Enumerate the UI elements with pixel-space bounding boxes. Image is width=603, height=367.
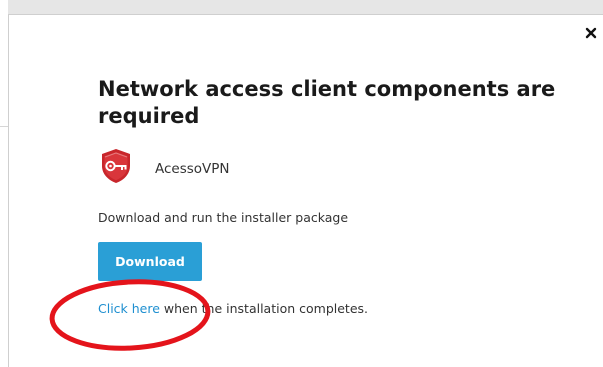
vpn-shield-key-icon xyxy=(102,149,130,183)
click-here-link[interactable]: Click here xyxy=(98,301,160,316)
page: Network access client components are req… xyxy=(0,0,603,367)
completion-text: when the installation completes. xyxy=(159,301,368,316)
client-components-dialog: Network access client components are req… xyxy=(8,14,603,367)
dialog-title: Network access client components are req… xyxy=(98,77,556,128)
install-instructions: Download and run the installer package xyxy=(98,210,349,225)
background-window-edge xyxy=(0,0,8,367)
download-button[interactable]: Download xyxy=(98,242,202,281)
completion-message: Click here when the installation complet… xyxy=(98,301,368,317)
close-icon[interactable] xyxy=(584,26,598,40)
background-divider xyxy=(0,126,8,127)
app-name: AcessoVPN xyxy=(155,161,230,177)
